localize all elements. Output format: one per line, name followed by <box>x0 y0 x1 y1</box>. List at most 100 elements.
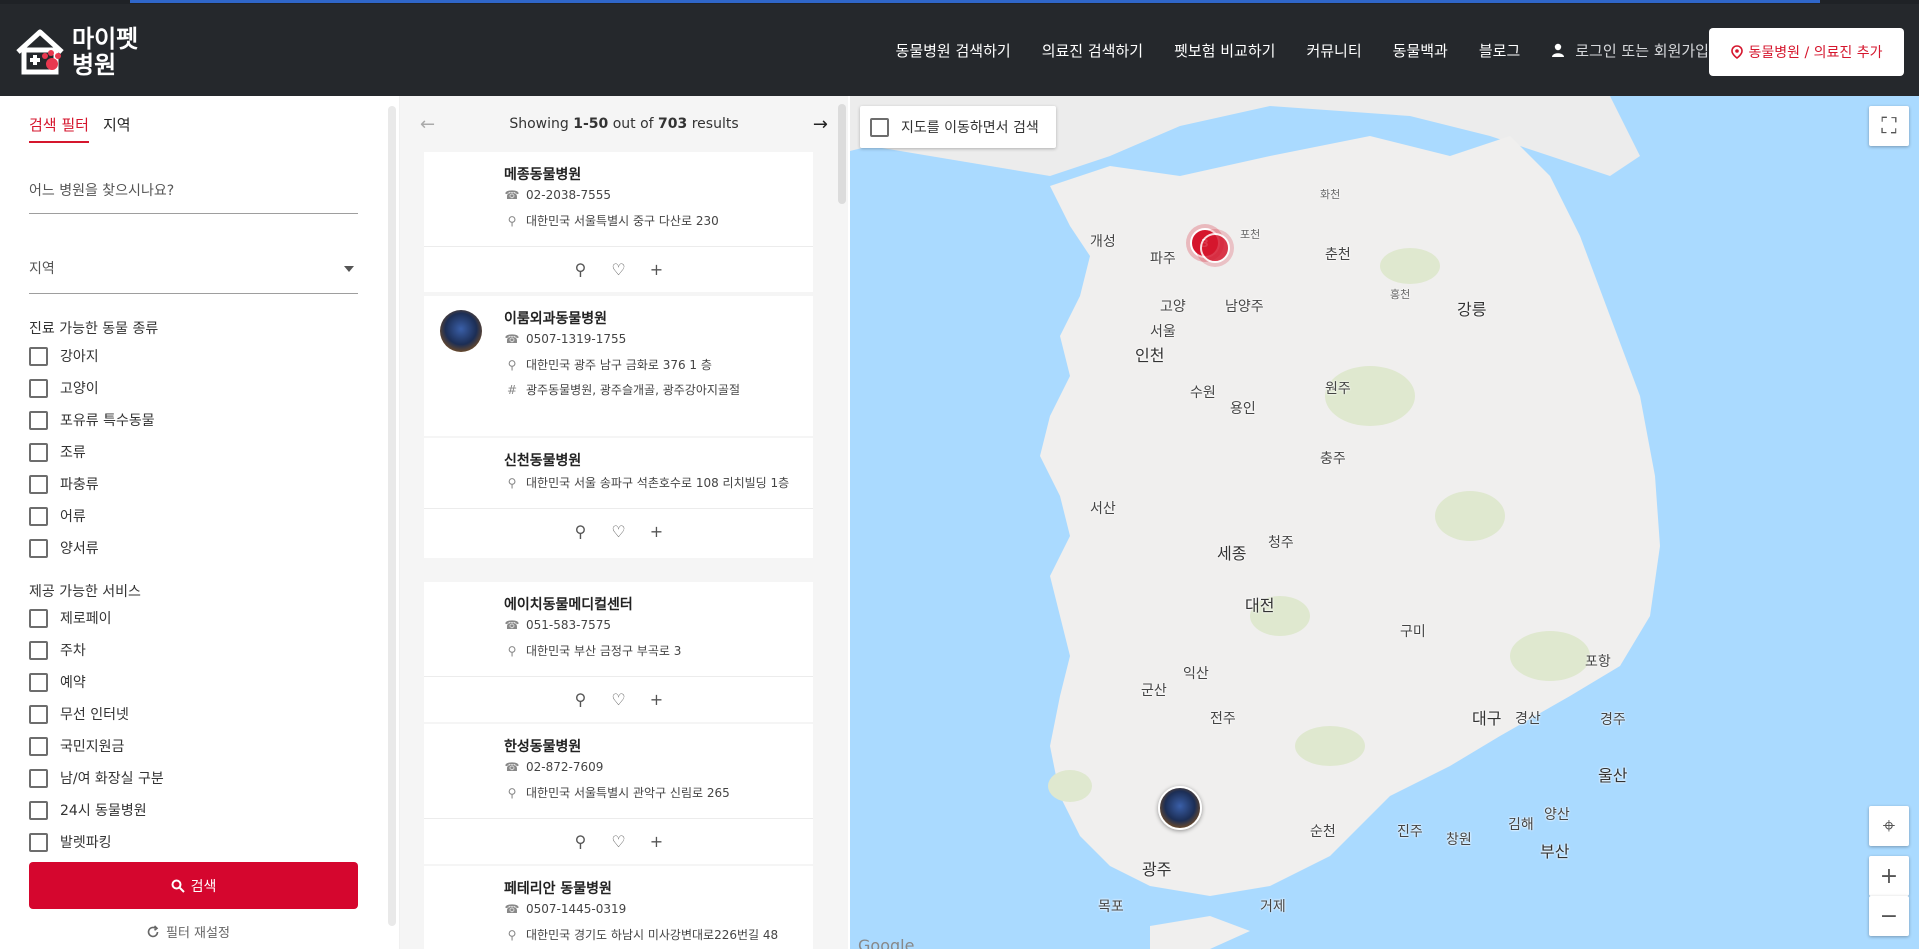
search-placeholder: 어느 병원을 찾으시나요? <box>29 183 175 199</box>
zoom-in-button[interactable]: + <box>1869 856 1909 896</box>
checkbox-row[interactable]: 조류 <box>29 442 86 462</box>
map-label: 인천 <box>1135 346 1165 365</box>
hospital-card[interactable]: 에이치동물메디컬센터 ☎ 051-583-7575 ⚲ 대한민국 부산 금정구 부곡… <box>424 582 813 722</box>
zoom-in-icon[interactable]: ⚲ <box>562 260 600 279</box>
hospital-name[interactable]: 신천동물병원 <box>504 450 581 470</box>
checkbox-row[interactable]: 예약 <box>29 672 86 692</box>
login-link[interactable]: 로그인 또는 회원가입 <box>1551 40 1709 61</box>
checkbox[interactable] <box>29 410 48 430</box>
checkbox-row[interactable]: 발렛파킹 <box>29 832 112 852</box>
hospital-name[interactable]: 한성동물병원 <box>504 736 581 756</box>
hospital-name[interactable]: 페테리안 동물병원 <box>504 878 612 898</box>
tab-search-filter[interactable]: 검색 필터 <box>29 114 89 143</box>
map-label: 대전 <box>1245 596 1275 615</box>
hospital-name[interactable]: 이룸외과동물병원 <box>504 308 607 328</box>
fullscreen-icon[interactable]: ⛶ <box>1869 106 1909 146</box>
checkbox-row[interactable]: 제로페이 <box>29 608 112 628</box>
map-photo-marker[interactable] <box>1158 786 1202 830</box>
zoom-in-icon[interactable]: ⚲ <box>562 522 600 541</box>
zoom-in-icon[interactable]: ⚲ <box>562 832 600 851</box>
heart-icon[interactable]: ♡ <box>600 832 638 851</box>
region-select[interactable]: 지역 <box>29 258 358 294</box>
filter-scrollbar[interactable] <box>388 106 396 926</box>
next-page-arrow-icon[interactable]: → <box>813 114 828 135</box>
checkbox-row[interactable]: 양서류 <box>29 538 99 558</box>
hospital-card[interactable]: 메종동물병원 ☎ 02-2038-7555 ⚲ 대한민국 서울특별시 중구 다산로 … <box>424 152 813 292</box>
map-cluster-marker[interactable] <box>1200 233 1230 263</box>
heart-icon[interactable]: ♡ <box>600 522 638 541</box>
plus-icon[interactable]: + <box>638 690 676 709</box>
site-logo[interactable]: 마이펫 병원 <box>14 26 138 78</box>
checkbox[interactable] <box>29 538 48 558</box>
nav-vet-search[interactable]: 의료진 검색하기 <box>1042 40 1143 61</box>
checkbox[interactable] <box>29 768 48 788</box>
address-text: 대한민국 경기도 하남시 미사강변대로226번길 48 <box>526 928 779 942</box>
nav-encyclopedia[interactable]: 동물백과 <box>1393 40 1448 61</box>
checkbox[interactable] <box>29 800 48 820</box>
checkbox[interactable] <box>29 736 48 756</box>
checkbox[interactable] <box>29 704 48 724</box>
map-label: 세종 <box>1217 544 1247 563</box>
checkbox[interactable] <box>29 640 48 660</box>
nav-hospital-search[interactable]: 동물병원 검색하기 <box>896 40 1011 61</box>
site-header: 마이펫 병원 동물병원 검색하기 의료진 검색하기 펫보험 비교하기 커뮤니티 … <box>0 4 1919 96</box>
reset-filter-link[interactable]: 필터 재설정 <box>146 922 230 941</box>
map-label: 남양주 <box>1225 299 1264 315</box>
heart-icon[interactable]: ♡ <box>600 260 638 279</box>
refresh-icon <box>147 924 159 937</box>
checkbox-row[interactable]: 고양이 <box>29 378 99 398</box>
plus-icon[interactable]: + <box>638 522 676 541</box>
checkbox-row[interactable]: 파충류 <box>29 474 99 494</box>
nav-community[interactable]: 커뮤니티 <box>1306 40 1361 61</box>
checkbox[interactable] <box>29 346 48 366</box>
nav-blog[interactable]: 블로그 <box>1479 40 1520 61</box>
checkbox[interactable] <box>29 474 48 494</box>
add-hospital-button[interactable]: 동물병원 / 의료진 추가 <box>1709 28 1904 76</box>
checkbox-row[interactable]: 무선 인터넷 <box>29 704 129 724</box>
hospital-card[interactable]: 한성동물병원 ☎ 02-872-7609 ⚲ 대한민국 서울특별시 관악구 신림로 … <box>424 724 813 864</box>
checkbox-row[interactable]: 어류 <box>29 506 86 526</box>
map-view[interactable]: 지도를 이동하면서 검색 개성 파주 포천 화천 춘천 고양 남양주 서울 인천… <box>850 96 1919 949</box>
map-label: 전주 <box>1210 711 1236 727</box>
search-button[interactable]: 검색 <box>29 862 358 909</box>
hospital-phone: ☎ 0507-1445-0319 <box>504 902 627 916</box>
hospital-thumbnail[interactable] <box>440 310 482 352</box>
checkbox[interactable] <box>29 608 48 628</box>
phone-icon: ☎ <box>504 332 520 346</box>
my-location-icon[interactable]: ⌖ <box>1869 806 1909 846</box>
checkbox-row[interactable]: 남/여 화장실 구분 <box>29 768 164 788</box>
checkbox[interactable] <box>29 506 48 526</box>
hospital-card[interactable]: 이룸외과동물병원 ☎ 0507-1319-1755 ⚲ 대한민국 광주 남구 금화로… <box>424 296 813 436</box>
map-label: 파주 <box>1150 251 1176 267</box>
nav-pet-insurance[interactable]: 펫보험 비교하기 <box>1174 40 1275 61</box>
phone-text: 02-2038-7555 <box>526 188 612 202</box>
hospital-name[interactable]: 메종동물병원 <box>504 164 581 184</box>
checkbox[interactable] <box>29 442 48 462</box>
heart-icon[interactable]: ♡ <box>600 690 638 709</box>
zoom-out-button[interactable]: − <box>1869 896 1909 936</box>
hospital-card[interactable]: 페테리안 동물병원 ☎ 0507-1445-0319 ⚲ 대한민국 경기도 하남시 … <box>424 866 813 949</box>
tab-region[interactable]: 지역 <box>103 114 131 143</box>
checkbox-row[interactable]: 24시 동물병원 <box>29 800 147 820</box>
zoom-in-icon[interactable]: ⚲ <box>562 690 600 709</box>
hospital-card[interactable]: 신천동물병원 ⚲ 대한민국 서울 송파구 석촌호수로 108 리치빌딩 1층 ⚲ … <box>424 438 813 558</box>
plus-icon[interactable]: + <box>638 832 676 851</box>
checkbox[interactable] <box>29 672 48 692</box>
prev-page-arrow-icon[interactable]: ← <box>420 114 435 135</box>
checkbox-row[interactable]: 주차 <box>29 640 86 660</box>
hospital-address: ⚲ 대한민국 서울 송파구 석촌호수로 108 리치빌딩 1층 <box>504 474 790 491</box>
move-search-toggle[interactable]: 지도를 이동하면서 검색 <box>860 106 1056 148</box>
checkbox-label: 주차 <box>60 643 86 659</box>
plus-icon[interactable]: + <box>638 260 676 279</box>
checkbox[interactable] <box>29 378 48 398</box>
hospital-name[interactable]: 에이치동물메디컬센터 <box>504 594 633 614</box>
hospital-address: ⚲ 대한민국 경기도 하남시 미사강변대로226번길 48 <box>504 926 779 943</box>
hospital-search-input[interactable]: 어느 병원을 찾으시나요? <box>29 180 358 214</box>
checkbox-row[interactable]: 포유류 특수동물 <box>29 410 155 430</box>
card-actions: ⚲ ♡ + <box>424 508 813 554</box>
checkbox[interactable] <box>870 117 889 137</box>
checkbox-row[interactable]: 국민지원금 <box>29 736 124 756</box>
checkbox[interactable] <box>29 832 48 852</box>
results-scrollbar[interactable] <box>838 104 846 204</box>
checkbox-row[interactable]: 강아지 <box>29 346 99 366</box>
